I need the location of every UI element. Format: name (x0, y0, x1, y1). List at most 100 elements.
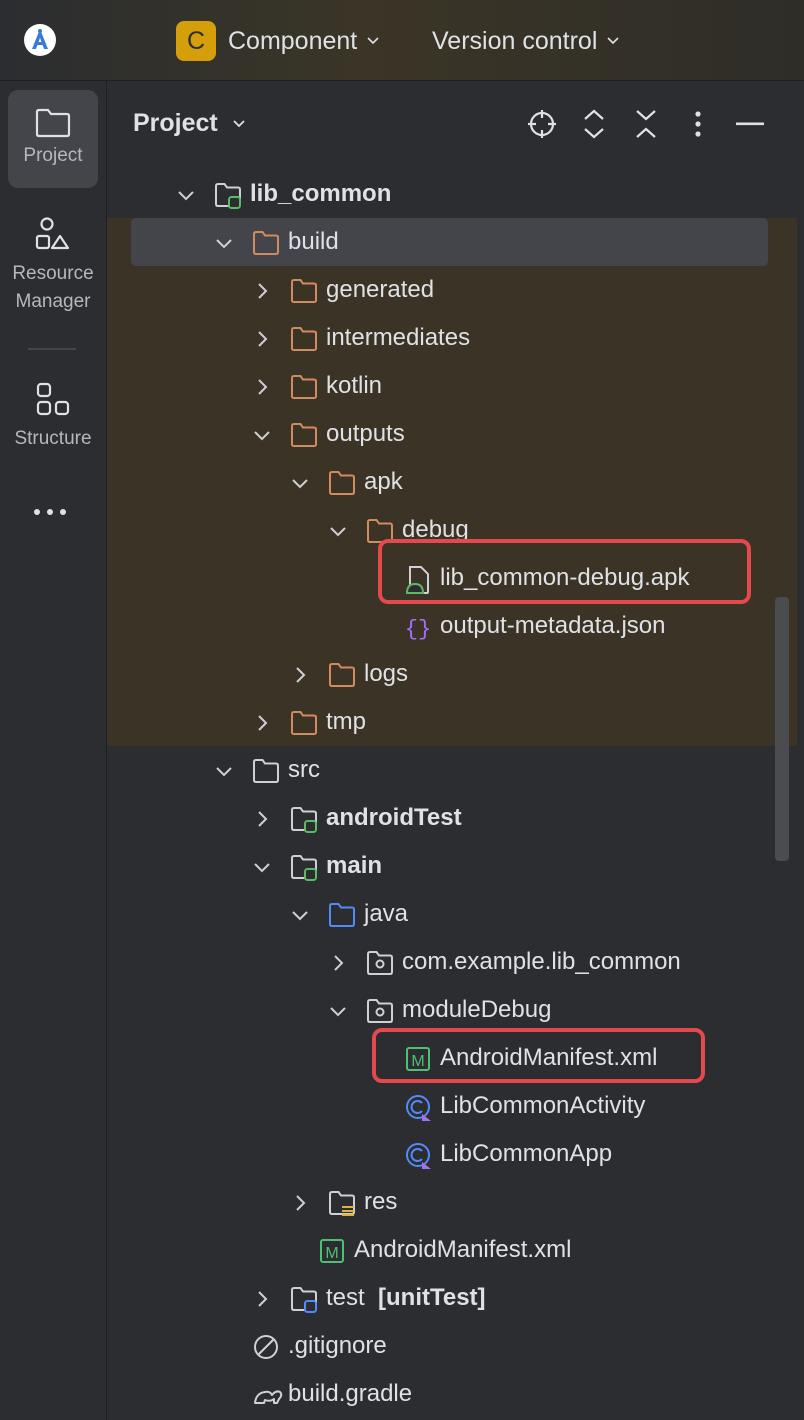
chevron-right-icon[interactable] (290, 665, 310, 685)
folder-icon (252, 229, 280, 257)
structure-icon (36, 382, 70, 416)
project-badge[interactable]: C (176, 21, 216, 61)
locate-file-icon[interactable] (525, 107, 559, 141)
folder-icon (290, 421, 318, 449)
folder-icon (252, 757, 280, 785)
collapse-all-icon[interactable] (629, 107, 663, 141)
project-view-selector[interactable]: Project (133, 109, 246, 138)
tree-row-app[interactable]: LibCommonApp (107, 1131, 797, 1179)
chevron-down-icon (367, 37, 379, 45)
source-set-type-label: [unitTest] (378, 1284, 486, 1311)
tree-label: output-metadata.json (440, 612, 666, 639)
structure-tool-button[interactable]: Structure (8, 381, 98, 461)
structure-label: Structure (14, 428, 92, 449)
folder-icon (328, 661, 356, 689)
toolstrip-divider (28, 348, 76, 350)
chevron-down-icon[interactable] (176, 185, 196, 205)
more-tools-icon[interactable] (34, 509, 66, 515)
expand-all-icon[interactable] (577, 107, 611, 141)
tree-label: apk (364, 468, 403, 495)
chevron-down-icon[interactable] (290, 905, 310, 925)
folder-icon (290, 277, 318, 305)
svg-text:M: M (325, 1245, 338, 1262)
project-tool-button[interactable]: Project (8, 90, 98, 188)
tree-label: AndroidManifest.xml (354, 1236, 572, 1263)
chevron-down-icon[interactable] (252, 857, 272, 877)
tree-row-generated[interactable]: generated (107, 267, 797, 315)
chevron-right-icon[interactable] (252, 329, 272, 349)
json-file-icon: {} (404, 613, 432, 642)
project-panel: Project lib_commonbuild generated intermed… (107, 81, 804, 1420)
options-menu-icon[interactable] (681, 107, 715, 141)
chevron-down-icon (607, 37, 619, 45)
chevron-right-icon[interactable] (328, 953, 348, 973)
project-name: Component (228, 26, 358, 55)
tree-row-logs[interactable]: logs (107, 651, 797, 699)
tree-label: androidTest (326, 804, 462, 831)
tree-row-test[interactable]: test [unitTest] (107, 1275, 797, 1323)
chevron-right-icon[interactable] (252, 809, 272, 829)
chevron-down-icon[interactable] (214, 233, 234, 253)
tree-row-activity[interactable]: LibCommonActivity (107, 1083, 797, 1131)
folder-icon (290, 325, 318, 353)
tool-window-strip: Project Resource Manager Structure (0, 81, 107, 1420)
title-bar: C Component Version control (0, 0, 804, 81)
tree-row-res[interactable]: res (107, 1179, 797, 1227)
tree-row-outputs[interactable]: outputs (107, 411, 797, 459)
chevron-down-icon[interactable] (290, 473, 310, 493)
tree-row-kotlin[interactable]: kotlin (107, 363, 797, 411)
tree-label: tmp (326, 708, 367, 735)
tree-label: build (288, 228, 339, 255)
tree-row-tmp[interactable]: tmp (107, 699, 797, 747)
chevron-down-icon[interactable] (328, 521, 348, 541)
manifest-file-icon: M (318, 1237, 346, 1265)
tree-label: java (364, 900, 409, 927)
tree-label: main (326, 852, 383, 879)
panel-title: Project (133, 109, 218, 137)
tree-row-build-gradle[interactable]: build.gradle (107, 1371, 797, 1419)
tree-row-java[interactable]: java (107, 891, 797, 939)
chevron-right-icon[interactable] (252, 713, 272, 733)
kotlin-class-icon (404, 1141, 432, 1169)
test-source-folder-icon (290, 805, 318, 833)
package-icon (366, 997, 394, 1025)
tree-row-build[interactable]: build (107, 219, 797, 267)
resource-manager-label: Resource Manager (12, 263, 94, 312)
tree-row-manifest-main[interactable]: M AndroidManifest.xml (107, 1227, 797, 1275)
chevron-right-icon[interactable] (252, 1289, 272, 1309)
resources-folder-icon (328, 1189, 356, 1217)
module-folder-icon (214, 181, 242, 209)
resource-manager-tool-button[interactable]: Resource Manager (8, 216, 98, 326)
tree-row-gitignore[interactable]: .gitignore (107, 1323, 797, 1371)
manifest-highlight-box (372, 1028, 705, 1083)
tree-row-src[interactable]: src (107, 747, 797, 795)
main-menu-icon[interactable] (101, 24, 135, 56)
tree-label: .gitignore (288, 1332, 387, 1359)
panel-scroll-track (797, 165, 804, 1420)
tree-row-lib-common[interactable]: lib_common (107, 171, 797, 219)
tree-label: generated (326, 276, 435, 303)
chevron-right-icon[interactable] (290, 1193, 310, 1213)
unit-test-folder-icon (290, 1285, 318, 1313)
project-selector[interactable]: Component (228, 24, 379, 58)
package-icon (366, 949, 394, 977)
chevron-down-icon[interactable] (252, 425, 272, 445)
folder-icon (290, 709, 318, 737)
gitignore-file-icon (252, 1333, 280, 1361)
tree-row-androidTest[interactable]: androidTest (107, 795, 797, 843)
tree-row-intermediates[interactable]: intermediates (107, 315, 797, 363)
version-control-menu[interactable]: Version control (432, 24, 619, 58)
chevron-right-icon[interactable] (252, 281, 272, 301)
hide-panel-icon[interactable] (733, 107, 767, 141)
chevron-down-icon[interactable] (214, 761, 234, 781)
chevron-right-icon[interactable] (252, 377, 272, 397)
tree-row-apk[interactable]: apk (107, 459, 797, 507)
tree-label: moduleDebug (402, 996, 552, 1023)
android-studio-logo-icon[interactable] (22, 22, 58, 58)
tree-row-main[interactable]: main (107, 843, 797, 891)
source-folder-icon (328, 901, 356, 929)
tree-row-metadata-file[interactable]: {} output-metadata.json (107, 603, 797, 651)
tree-label: src (288, 756, 320, 783)
chevron-down-icon[interactable] (328, 1001, 348, 1021)
tree-row-package[interactable]: com.example.lib_common (107, 939, 797, 987)
